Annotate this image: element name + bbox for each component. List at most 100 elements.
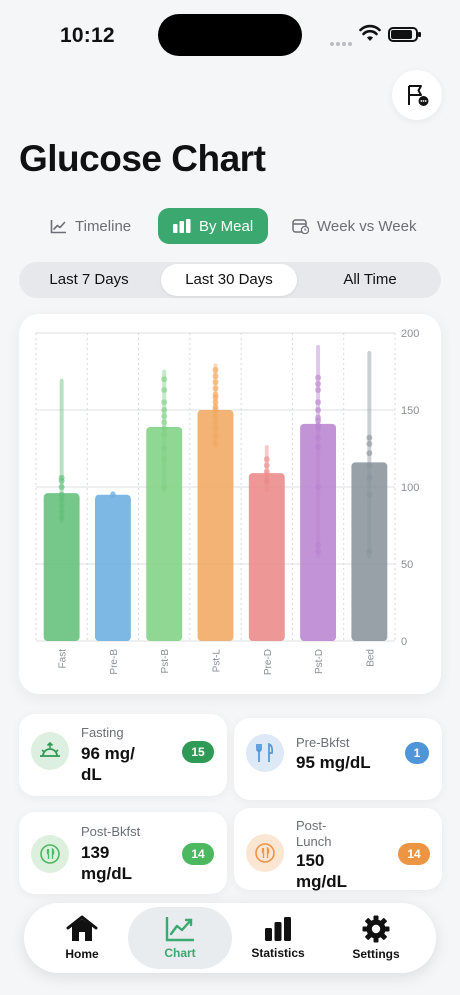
x-tick-label: Pre-B [109,649,120,675]
range-last-7-days[interactable]: Last 7 Days [21,264,157,296]
data-point [161,386,168,393]
bar-chart-icon [265,917,291,941]
data-point [366,434,373,441]
y-tick-label: 0 [401,636,407,648]
battery-icon [388,27,421,42]
data-point [58,474,65,481]
wifi-icon [359,24,381,41]
meal-value: 95 mg/dL [296,753,371,772]
plate-icon [246,834,284,872]
meal-count-badge: 14 [182,843,214,865]
meal-value: 150 mg/dL [296,851,347,891]
tab-bar: Home Chart Statistics Settings [24,903,436,973]
data-point [161,376,168,383]
dynamic-island [158,14,302,56]
sunrise-icon [31,732,69,770]
data-point [212,366,219,373]
gear-icon [362,915,390,943]
data-point [315,484,322,490]
house-icon [66,915,98,941]
meal-count-badge: 14 [398,843,430,865]
range-all-time[interactable]: All Time [301,264,439,296]
tab-by-meal-label: By Meal [199,217,254,235]
data-point [315,443,322,450]
fork-knife-icon [246,734,284,772]
status-time: 10:12 [60,24,115,47]
data-point [161,407,168,413]
x-tick-label: Bed [365,649,376,667]
tab-statistics-label: Statistics [251,946,305,960]
tab-home-label: Home [65,947,99,961]
y-tick-label: 100 [401,482,419,494]
meal-card-post-lunch[interactable]: Post- Lunch 150 mg/dL 14 [234,808,442,891]
data-point [263,468,270,475]
x-tick-label: Fast [58,649,69,669]
data-point [315,548,322,555]
y-tick-label: 150 [401,405,419,417]
data-point [315,374,322,381]
data-point [366,548,373,555]
tab-timeline[interactable]: Timeline [50,208,131,244]
plate-icon [31,835,69,873]
range-last-30-days[interactable]: Last 30 Days [161,264,297,296]
x-tick-label: Pst-D [314,649,325,674]
y-tick-label: 200 [401,328,419,340]
flag-icon [408,85,429,106]
meal-card-fasting[interactable]: Fasting 96 mg/ dL 15 [19,714,227,796]
data-point [161,445,168,452]
tab-settings[interactable]: Settings [324,907,428,969]
calendar-clock-icon [292,219,309,234]
page-title: Glucose Chart [19,138,266,179]
flag-button[interactable] [392,70,442,120]
tab-chart-label: Chart [164,946,196,960]
data-point [212,391,219,398]
data-point [58,502,65,509]
chart-line-icon [165,917,194,942]
data-point [366,440,373,447]
data-point [315,542,322,549]
meal-value: 96 mg/ dL [81,744,135,784]
bar [248,473,285,641]
data-point [212,413,219,420]
meal-card-post-breakfast[interactable]: Post-Bkfst 139 mg/dL 14 [19,812,227,894]
data-point [315,434,322,441]
data-point [315,380,322,387]
data-point [161,484,168,490]
tab-by-meal[interactable]: By Meal [158,208,269,244]
data-point [212,419,219,426]
meal-card-pre-breakfast[interactable]: Pre-Bkfst 95 mg/dL 1 [234,718,442,800]
chart-card: 0 50 100 150 200 Fast Pre-B Pst-B Pst-L Pre-D Pst-… [19,314,441,694]
meal-name: Post-Bkfst [81,824,141,839]
glucose-by-meal-chart: 0 50 100 150 200 Fast Pre-B Pst-B Pst-L Pre-D Pst-… [35,328,419,675]
data-point [58,491,65,498]
data-point [315,414,322,421]
tab-home[interactable]: Home [30,907,134,969]
data-point [366,450,373,457]
data-point [212,433,219,440]
x-tick-label: Pre-D [263,649,274,675]
data-point [212,385,219,392]
data-point [58,514,65,521]
data-point [263,456,270,463]
bar [94,494,131,641]
tab-chart[interactable]: Chart [128,907,232,969]
data-point [161,399,168,406]
line-chart-icon [50,219,66,233]
meal-count-badge: 1 [405,742,429,764]
range-selector: Last 7 Days Last 30 Days All Time [19,262,441,298]
data-point [161,413,168,420]
data-point [212,425,219,432]
data-point [109,491,116,498]
data-point [212,440,219,447]
tab-statistics[interactable]: Statistics [226,907,330,969]
meal-name: Post- Lunch [296,818,332,849]
data-point [315,399,322,406]
meal-count-badge: 15 [182,741,214,763]
meal-value: 139 mg/dL [81,843,132,883]
tab-settings-label: Settings [352,947,400,961]
bar-chart-icon [173,219,191,233]
tab-week-vs-week[interactable]: Week vs Week [292,208,416,244]
data-point [315,386,322,393]
meal-name: Fasting [81,725,124,740]
data-point [263,477,270,484]
